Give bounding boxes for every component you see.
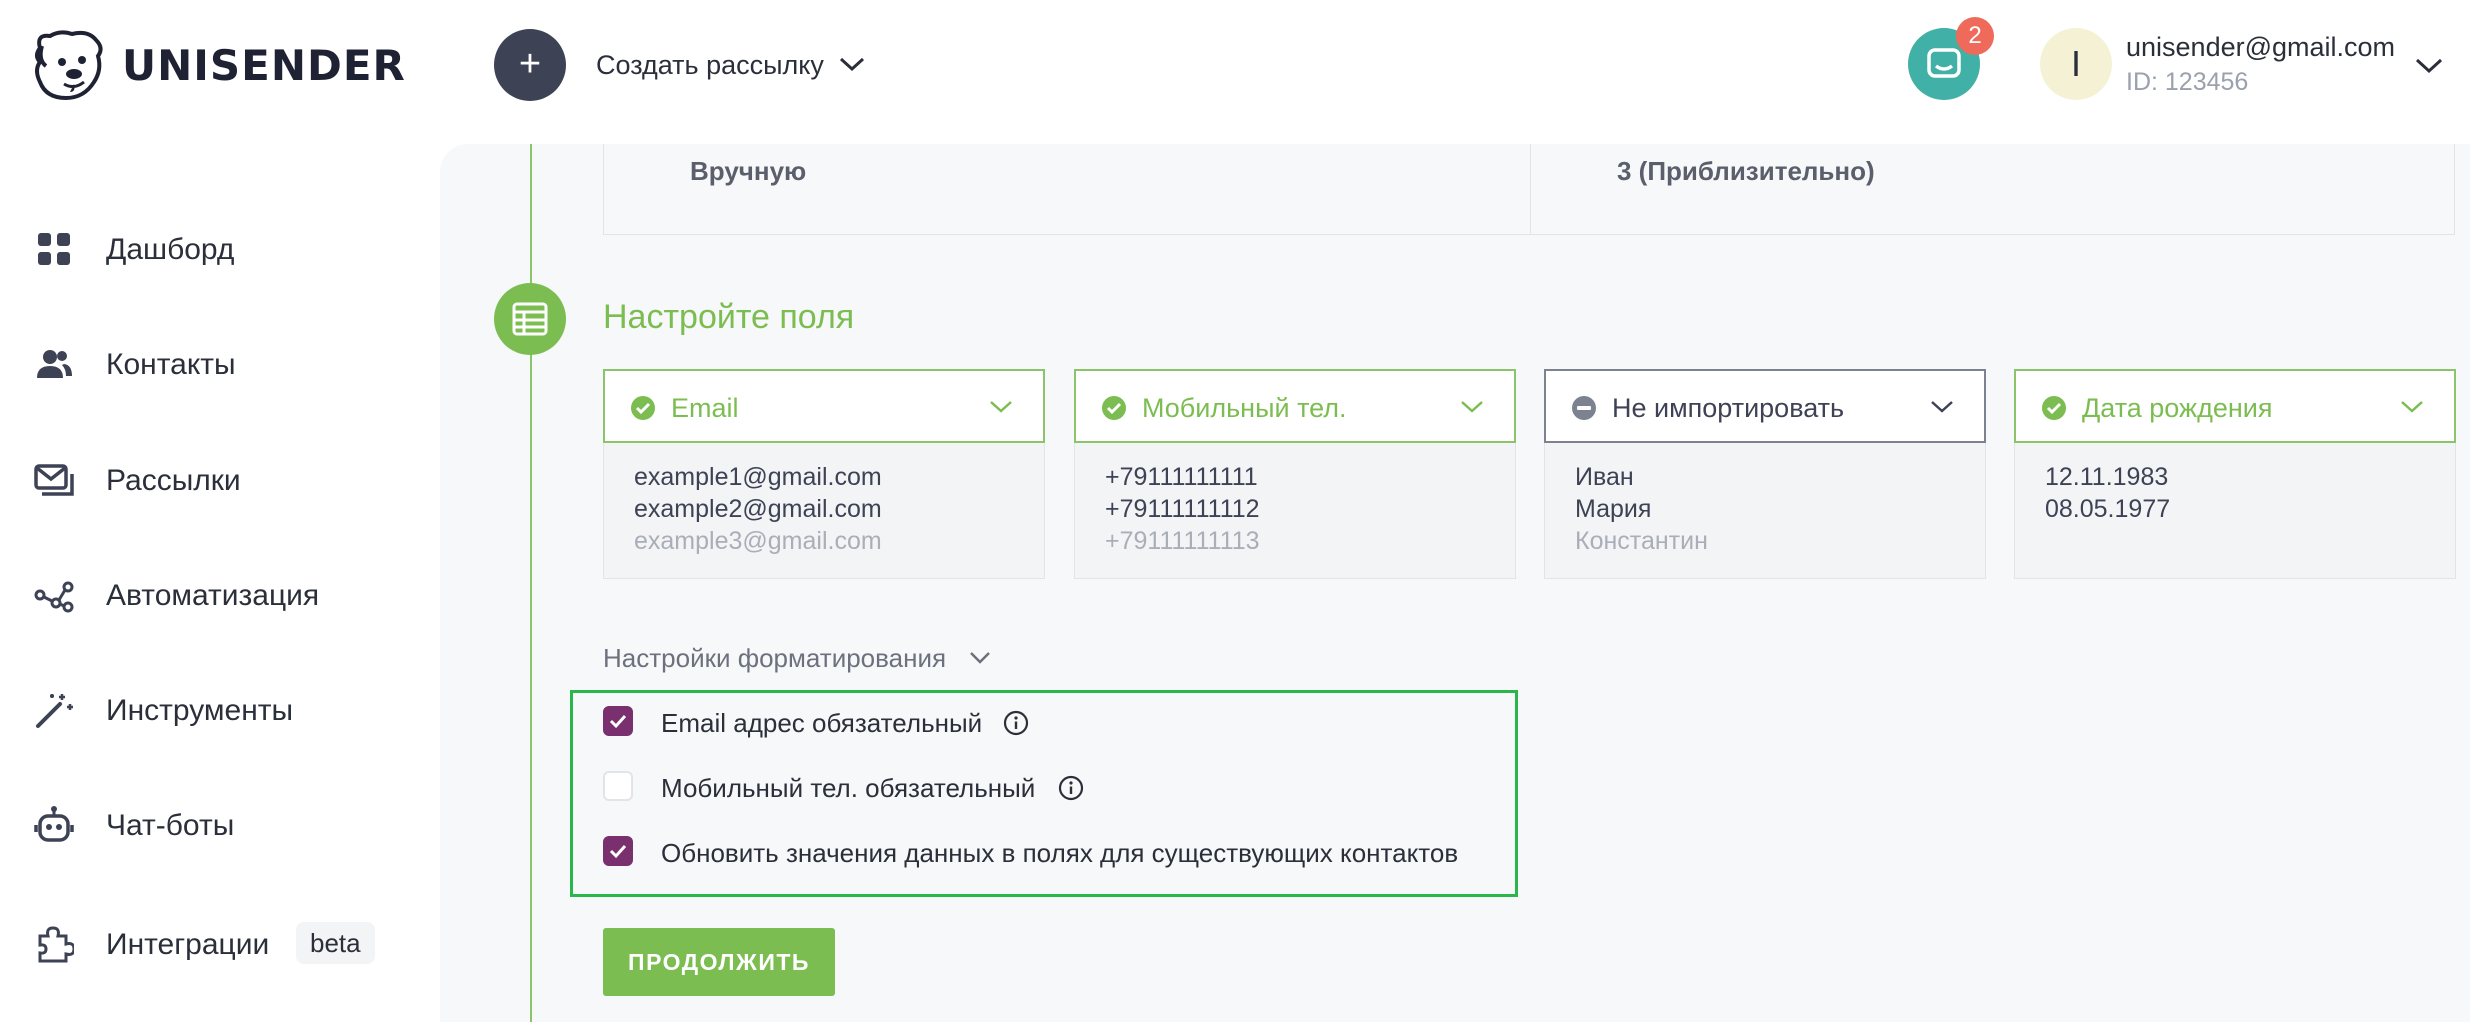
email-required-checkbox[interactable] [603, 706, 633, 736]
chevron-down-icon [1931, 401, 1953, 413]
brand-name: UNISENDER [122, 40, 406, 90]
sidebar-item-label: Чат-боты [106, 809, 235, 842]
preview-value: Мария [1575, 495, 1652, 523]
steps-timeline-line [530, 144, 532, 1022]
update-existing-checkbox[interactable] [603, 836, 633, 866]
formatting-settings-toggle[interactable]: Настройки форматирования [603, 643, 946, 674]
preview-value: Константин [1575, 527, 1708, 555]
sidebar-item-label: Инструменты [106, 694, 294, 727]
column-preview-birthdate: 12.11.1983 08.05.1977 [2014, 443, 2456, 579]
option-phone-required: Мобильный тел. обязательный [603, 767, 1084, 807]
chevron-down-icon[interactable] [838, 54, 866, 74]
column-mapping-select-skip[interactable]: Не импортировать [1544, 369, 1986, 443]
table-icon [512, 302, 548, 336]
continue-button[interactable]: ПРОДОЛЖИТЬ [603, 928, 835, 996]
sidebar-item-label: Дашборд [106, 233, 235, 266]
create-campaign-button[interactable]: + [494, 29, 566, 101]
sidebar-item-label: Интеграции [106, 928, 270, 961]
sidebar-item-label: Рассылки [106, 464, 241, 497]
checkmark-icon [609, 714, 627, 729]
contacts-count-value: 3 (Приблизительно) [1617, 156, 1875, 186]
column-mapping-select-email[interactable]: Email [603, 369, 1045, 443]
divider [1530, 144, 1531, 235]
chevron-down-icon [990, 401, 1012, 413]
sidebar-item-label: Контакты [106, 348, 236, 381]
contacts-icon [37, 350, 72, 378]
option-label[interactable]: Мобильный тел. обязательный [661, 773, 1035, 804]
create-campaign-label[interactable]: Создать рассылку [596, 50, 824, 81]
chevron-down-icon[interactable] [968, 650, 992, 666]
preview-value: example2@gmail.com [634, 495, 882, 523]
robot-icon [34, 806, 74, 842]
column-mapping-label: Не импортировать [1612, 393, 1845, 423]
sidebar-item-chatbots[interactable]: Чат-боты [0, 785, 430, 865]
preview-value: example1@gmail.com [634, 463, 882, 491]
minus-circle-icon [1572, 396, 1596, 420]
column-preview-skip: Иван Мария Константин [1544, 443, 1986, 579]
column-mapping-select-phone[interactable]: Мобильный тел. [1074, 369, 1516, 443]
column-mapping-label: Email [671, 393, 739, 423]
phone-required-checkbox[interactable] [603, 771, 633, 801]
chevron-down-icon [2401, 401, 2423, 413]
info-icon[interactable] [1058, 775, 1084, 801]
preview-value: 12.11.1983 [2045, 463, 2169, 491]
import-method-value: Вручную [690, 156, 807, 186]
sidebar-item-automation[interactable]: Автоматизация [0, 555, 430, 635]
column-mapping-label: Дата рождения [2082, 393, 2273, 423]
check-circle-icon [631, 396, 655, 420]
option-label[interactable]: Email адрес обязательный [661, 708, 982, 739]
column-mapping-label: Мобильный тел. [1142, 393, 1347, 423]
preview-value: Иван [1575, 463, 1634, 491]
preview-value: 08.05.1977 [2045, 495, 2171, 523]
column-preview-email: example1@gmail.com example2@gmail.com ex… [603, 443, 1045, 579]
chevron-down-icon [1461, 401, 1483, 413]
campaigns-icon [34, 464, 74, 496]
sidebar-item-contacts[interactable]: Контакты [0, 324, 430, 404]
magic-wand-icon [36, 694, 73, 728]
sidebar-item-label: Автоматизация [106, 579, 320, 612]
dog-mascot-icon [35, 30, 103, 101]
dashboard-icon [38, 233, 70, 265]
preview-value: +79111111111 [1105, 463, 1258, 491]
avatar[interactable]: I [2040, 28, 2112, 100]
column-mapping-select-birthdate[interactable]: Дата рождения [2014, 369, 2456, 443]
step-title: Настройте поля [603, 298, 855, 336]
sidebar-item-dashboard[interactable]: Дашборд [0, 209, 430, 289]
account-id: ID: 123456 [2126, 68, 2249, 96]
top-bar: UNISENDER + Создать рассылку 2 I unisend… [0, 0, 2470, 130]
preview-value: +79111111112 [1105, 495, 1260, 523]
check-circle-icon [1102, 396, 1126, 420]
option-email-required: Email адрес обязательный [603, 702, 1063, 742]
notification-count-badge: 2 [1956, 17, 1994, 55]
puzzle-icon [38, 926, 74, 963]
preview-value: +79111111113 [1105, 527, 1260, 555]
column-preview-phone: +79111111111 +79111111112 +79111111113 [1074, 443, 1516, 579]
check-circle-icon [2042, 396, 2066, 420]
preview-value: example3@gmail.com [634, 527, 882, 555]
info-icon[interactable] [1003, 710, 1029, 736]
sidebar-item-tools[interactable]: Инструменты [0, 670, 430, 750]
step-fields-marker [494, 283, 566, 355]
plus-icon: + [518, 43, 542, 85]
sidebar-item-integrations[interactable]: Интеграции beta [0, 904, 430, 984]
checkmark-icon [609, 844, 627, 859]
sidebar: Дашборд Контакты Рассылки Автоматизация [0, 130, 440, 1022]
option-update-existing: Обновить значения данных в полях для сущ… [603, 832, 1503, 872]
import-summary-table [603, 144, 2455, 235]
logo[interactable]: UNISENDER [30, 26, 406, 104]
option-label[interactable]: Обновить значения данных в полях для сущ… [661, 838, 1458, 869]
account-email[interactable]: unisender@gmail.com [2126, 32, 2395, 63]
beta-badge: beta [296, 922, 375, 964]
chat-icon [1927, 48, 1961, 78]
automation-icon [34, 581, 74, 613]
sidebar-item-campaigns[interactable]: Рассылки [0, 440, 430, 520]
account-chevron-down-icon[interactable] [2414, 54, 2444, 76]
